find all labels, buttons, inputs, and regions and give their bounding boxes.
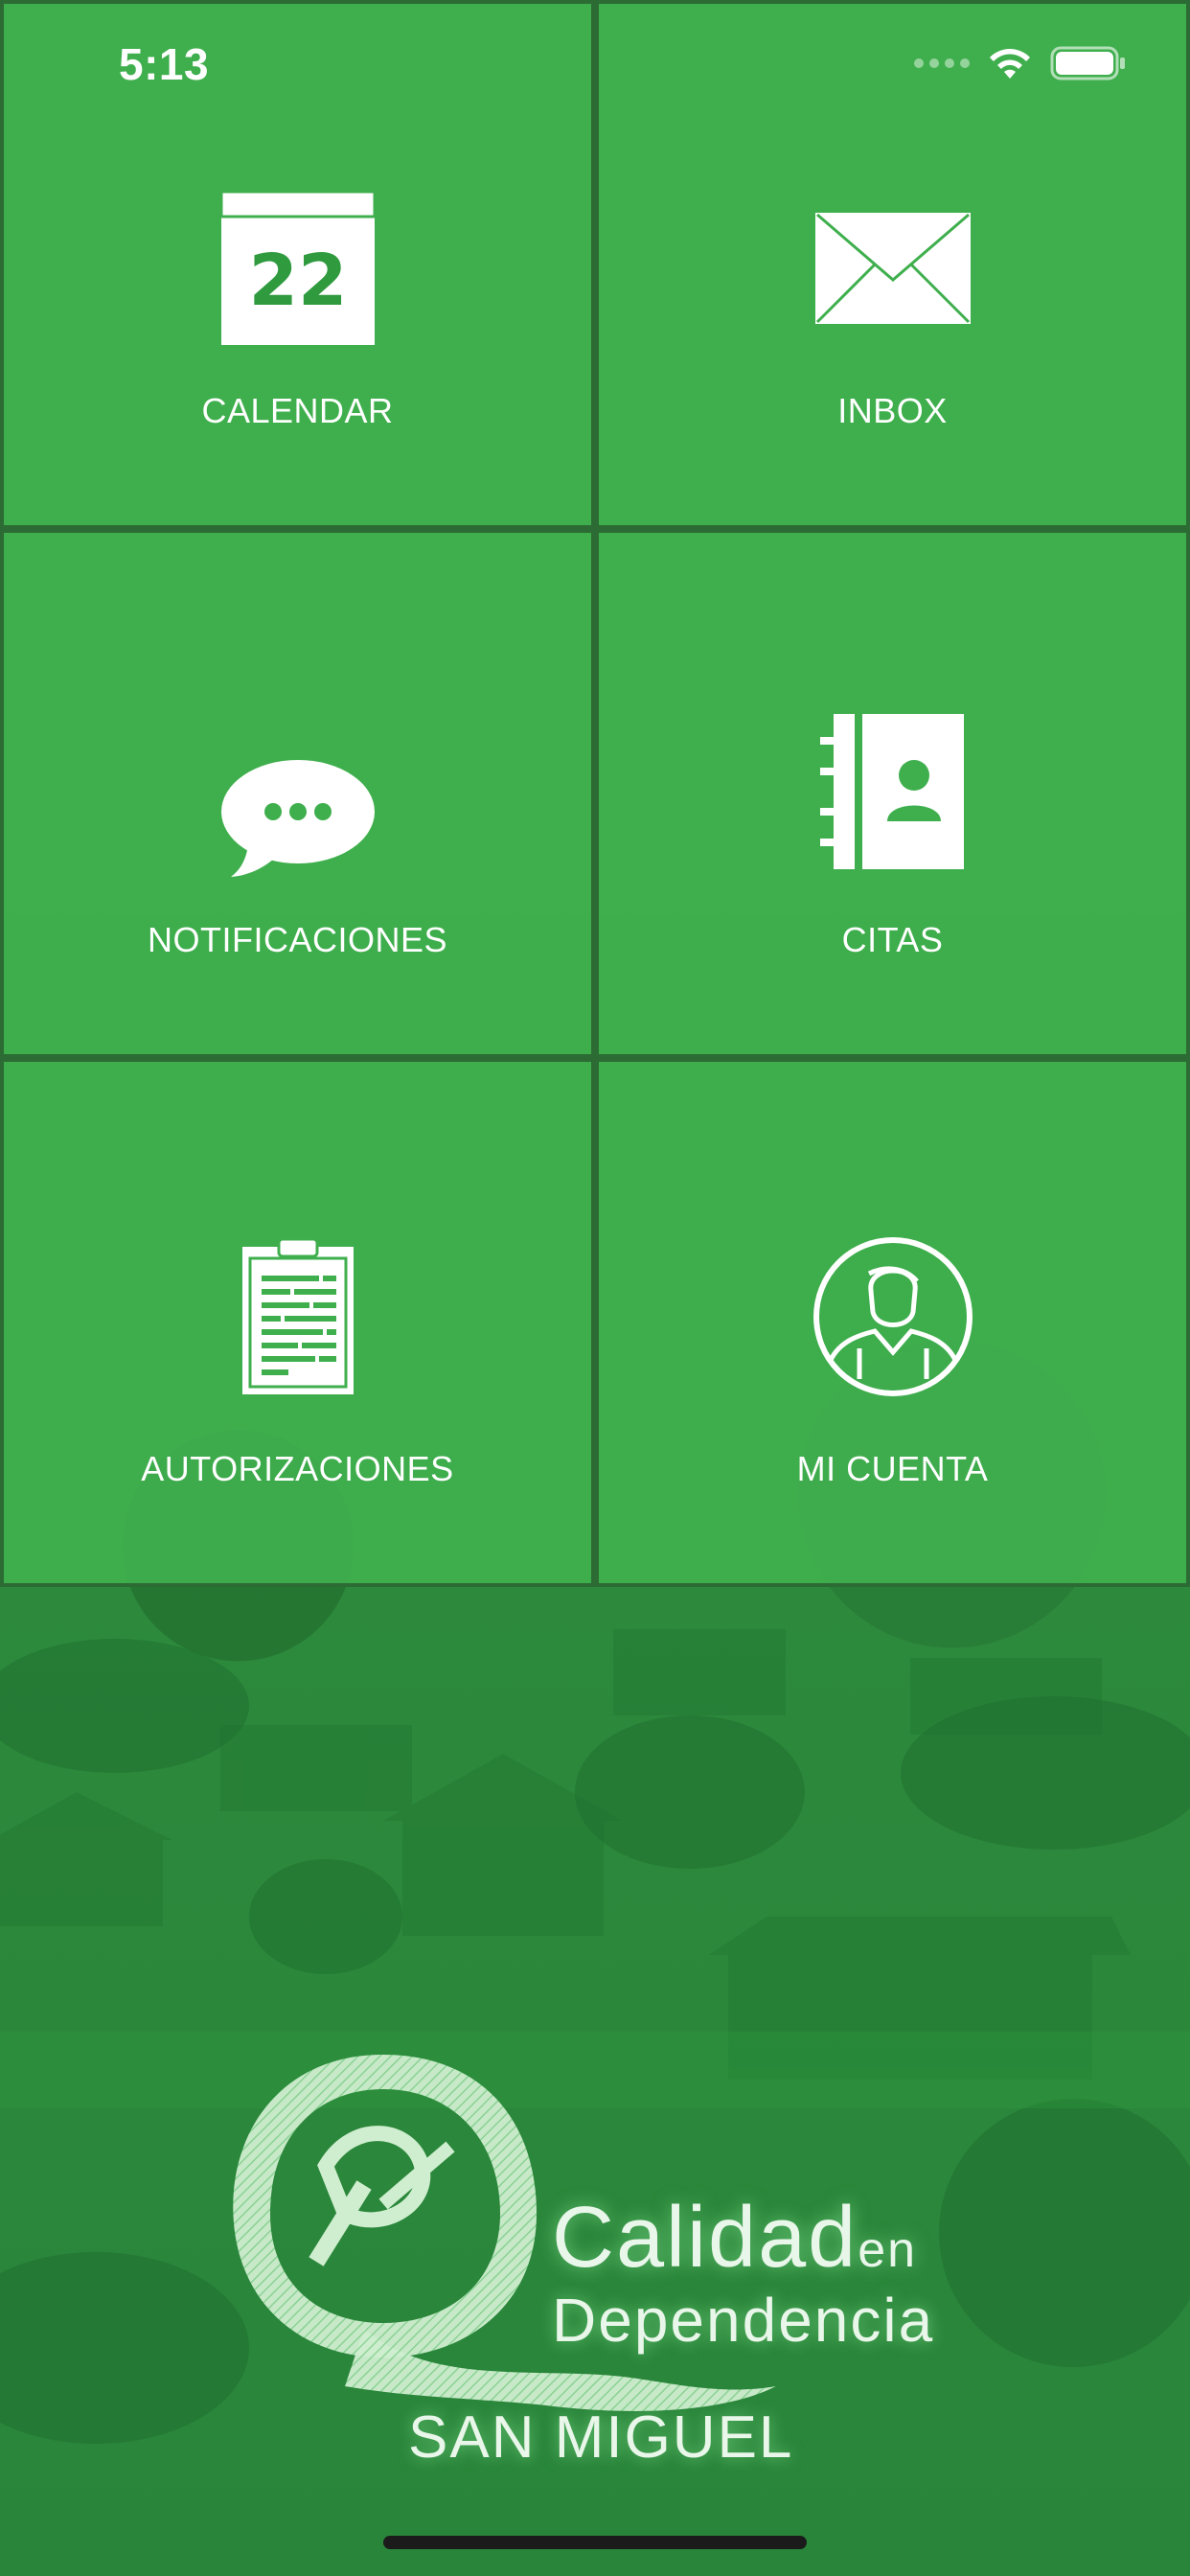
app-screen: 5:13 22 CALENDAR INBOX NOTIFICACIONES CI… [0, 0, 1190, 2576]
status-bar: 5:13 [0, 0, 1190, 126]
tile-citas-label: CITAS [841, 920, 944, 959]
tile-mi-cuenta[interactable]: MI CUENTA [595, 1058, 1190, 1587]
menu-grid: 22 CALENDAR INBOX NOTIFICACIONES CITAS A… [0, 0, 1190, 1587]
battery-icon [1050, 46, 1125, 80]
signal-dots-icon [914, 58, 970, 68]
envelope-icon [807, 182, 979, 355]
user-circle-icon [807, 1230, 979, 1403]
tile-citas[interactable]: CITAS [595, 529, 1190, 1058]
tile-notificaciones-label: NOTIFICACIONES [147, 920, 448, 959]
clipboard-icon [212, 1230, 384, 1403]
home-indicator[interactable] [383, 2536, 807, 2549]
tile-inbox-label: INBOX [837, 391, 948, 430]
tile-notificaciones[interactable]: NOTIFICACIONES [0, 529, 595, 1058]
tile-calendar-label: CALENDAR [201, 391, 394, 430]
chat-bubble-icon [212, 732, 384, 905]
contacts-book-icon [807, 705, 979, 878]
logo-place: SAN MIGUEL [408, 2404, 794, 2471]
tile-mi-cuenta-label: MI CUENTA [796, 1449, 989, 1488]
logo-title-main: Calidad [552, 2190, 858, 2286]
status-icons [914, 46, 1127, 80]
company-logo: Calidaden Dependencia SAN MIGUEL [220, 2041, 987, 2492]
logo-subtitle: Dependencia [552, 2286, 935, 2355]
wifi-icon [990, 49, 1030, 79]
status-time: 5:13 [119, 39, 210, 89]
logo-title-suffix: en [858, 2222, 918, 2278]
logo-title: Calidaden [552, 2195, 917, 2293]
tile-autorizaciones[interactable]: AUTORIZACIONES [0, 1058, 595, 1587]
calendar-icon: 22 [212, 182, 384, 355]
tile-autorizaciones-label: AUTORIZACIONES [141, 1449, 454, 1488]
calendar-day-text: 22 [248, 240, 347, 322]
